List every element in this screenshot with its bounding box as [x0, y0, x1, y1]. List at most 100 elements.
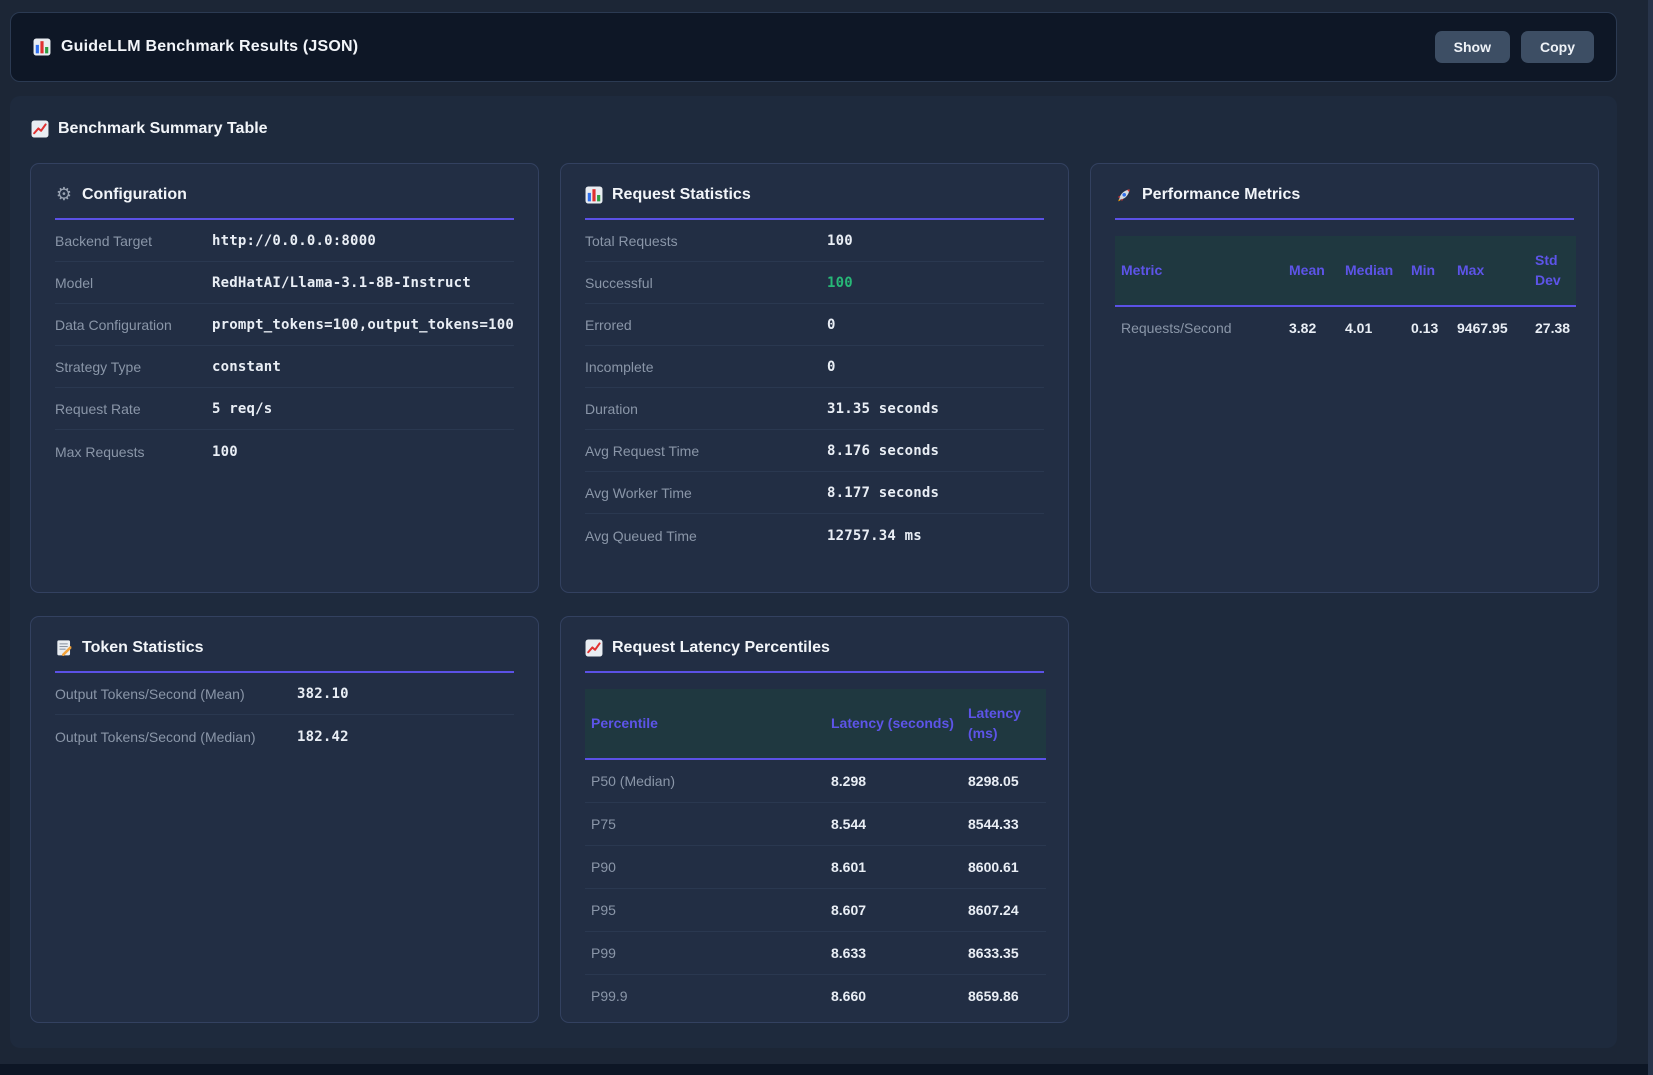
bar-chart-icon [585, 186, 603, 204]
latency-seconds-cell: 8.633 [825, 931, 962, 974]
card-title: Token Statistics [82, 639, 204, 657]
kv-label: Max Requests [55, 444, 212, 460]
performance-metrics-table: Metric Mean Median Min Max Std Dev Reque… [1115, 236, 1576, 349]
column-header: Min [1405, 236, 1451, 306]
kv-label: Request Rate [55, 401, 212, 417]
column-header: Std Dev [1529, 236, 1576, 306]
table-row: P90 8.601 8600.61 [585, 845, 1046, 888]
card-title: Request Latency Percentiles [612, 639, 830, 657]
percentile-cell: P75 [585, 802, 825, 845]
memo-icon [55, 639, 73, 657]
kv-row: Total Requests 100 [585, 220, 1044, 262]
cards-grid: ⚙ Configuration Backend Target http://0.… [30, 163, 1599, 1023]
chart-increasing-icon [31, 120, 49, 138]
latency-seconds-cell: 8.601 [825, 845, 962, 888]
kv-label: Total Requests [585, 233, 827, 249]
kv-row: Avg Worker Time 8.177 seconds [585, 472, 1044, 514]
kv-row: Avg Queued Time 12757.34 ms [585, 514, 1044, 556]
table-row: P99 8.633 8633.35 [585, 931, 1046, 974]
latency-seconds-cell: 8.544 [825, 802, 962, 845]
table-row: P50 (Median) 8.298 8298.05 [585, 759, 1046, 803]
kv-value: 100 [827, 233, 853, 249]
latency-ms-cell: 8659.86 [962, 974, 1046, 1017]
kv-value: 12757.34 ms [827, 528, 922, 544]
kv-value: 182.42 [297, 729, 349, 745]
table-header-row: Percentile Latency (seconds) Latency (ms… [585, 689, 1046, 759]
kv-value: 100 [212, 444, 238, 460]
column-header: Metric [1115, 236, 1283, 306]
kv-row: Avg Request Time 8.176 seconds [585, 430, 1044, 472]
percentile-cell: P95 [585, 888, 825, 931]
table-row: P95 8.607 8607.24 [585, 888, 1046, 931]
header-bar: GuideLLM Benchmark Results (JSON) Show C… [10, 12, 1617, 82]
kv-row: Output Tokens/Second (Mean) 382.10 [55, 673, 514, 715]
bar-chart-icon [33, 38, 51, 56]
column-header: Mean [1283, 236, 1339, 306]
max-cell: 9467.95 [1451, 306, 1529, 349]
kv-label: Avg Request Time [585, 443, 827, 459]
latency-seconds-cell: 8.298 [825, 759, 962, 803]
kv-value: 382.10 [297, 686, 349, 702]
card-header: Request Latency Percentiles [585, 639, 1044, 673]
metric-name-cell: Requests/Second [1115, 306, 1283, 349]
card-title: Performance Metrics [1142, 186, 1300, 204]
percentile-cell: P90 [585, 845, 825, 888]
kv-row: Successful 100 [585, 262, 1044, 304]
table-row: P75 8.544 8544.33 [585, 802, 1046, 845]
performance-metrics-card: Performance Metrics Metric Mean Median M… [1090, 163, 1599, 593]
kv-label: Errored [585, 317, 827, 333]
column-header: Percentile [585, 689, 825, 759]
request-statistics-card: Request Statistics Total Requests 100 Su… [560, 163, 1069, 593]
kv-value: 8.177 seconds [827, 485, 939, 501]
configuration-card: ⚙ Configuration Backend Target http://0.… [30, 163, 539, 593]
kv-value: 0 [827, 317, 836, 333]
table-header-row: Metric Mean Median Min Max Std Dev [1115, 236, 1576, 306]
percentile-cell: P99.9 [585, 974, 825, 1017]
kv-label: Backend Target [55, 233, 212, 249]
kv-label: Model [55, 275, 212, 291]
kv-value-success: 100 [827, 275, 853, 291]
min-cell: 0.13 [1405, 306, 1451, 349]
kv-row: Max Requests 100 [55, 430, 514, 472]
kv-value: 5 req/s [212, 401, 272, 417]
kv-value: prompt_tokens=100,output_tokens=100 [212, 317, 514, 333]
kv-label: Successful [585, 275, 827, 291]
scrollbar[interactable] [1648, 0, 1653, 1075]
kv-label: Avg Queued Time [585, 528, 827, 544]
page-title: GuideLLM Benchmark Results (JSON) [61, 38, 358, 56]
latency-ms-cell: 8607.24 [962, 888, 1046, 931]
percentile-cell: P99 [585, 931, 825, 974]
chart-increasing-icon [585, 639, 603, 657]
latency-ms-cell: 8298.05 [962, 759, 1046, 803]
kv-label: Strategy Type [55, 359, 212, 375]
kv-row: Strategy Type constant [55, 346, 514, 388]
latency-seconds-cell: 8.607 [825, 888, 962, 931]
kv-row: Model RedHatAI/Llama-3.1-8B-Instruct [55, 262, 514, 304]
latency-ms-cell: 8544.33 [962, 802, 1046, 845]
show-button[interactable]: Show [1435, 31, 1510, 63]
latency-ms-cell: 8600.61 [962, 845, 1046, 888]
card-header: ⚙ Configuration [55, 186, 514, 220]
mean-cell: 3.82 [1283, 306, 1339, 349]
kv-label: Output Tokens/Second (Mean) [55, 686, 297, 702]
section-heading: Benchmark Summary Table [31, 120, 268, 138]
column-header: Max [1451, 236, 1529, 306]
kv-row: Backend Target http://0.0.0.0:8000 [55, 220, 514, 262]
column-header: Median [1339, 236, 1405, 306]
next-section-edge [0, 1064, 1653, 1075]
latency-percentiles-card: Request Latency Percentiles Percentile L… [560, 616, 1069, 1023]
table-row: Requests/Second 3.82 4.01 0.13 9467.95 2… [1115, 306, 1576, 349]
kv-label: Avg Worker Time [585, 485, 827, 501]
kv-row: Data Configuration prompt_tokens=100,out… [55, 304, 514, 346]
card-header: Request Statistics [585, 186, 1044, 220]
kv-value: constant [212, 359, 281, 375]
kv-label: Output Tokens/Second (Median) [55, 729, 297, 745]
copy-button[interactable]: Copy [1521, 31, 1594, 63]
table-row: P99.9 8.660 8659.86 [585, 974, 1046, 1017]
kv-row: Incomplete 0 [585, 346, 1044, 388]
column-header: Latency (seconds) [825, 689, 962, 759]
kv-value: 31.35 seconds [827, 401, 939, 417]
median-cell: 4.01 [1339, 306, 1405, 349]
std-dev-cell: 27.38 [1529, 306, 1576, 349]
kv-row: Output Tokens/Second (Median) 182.42 [55, 715, 514, 757]
